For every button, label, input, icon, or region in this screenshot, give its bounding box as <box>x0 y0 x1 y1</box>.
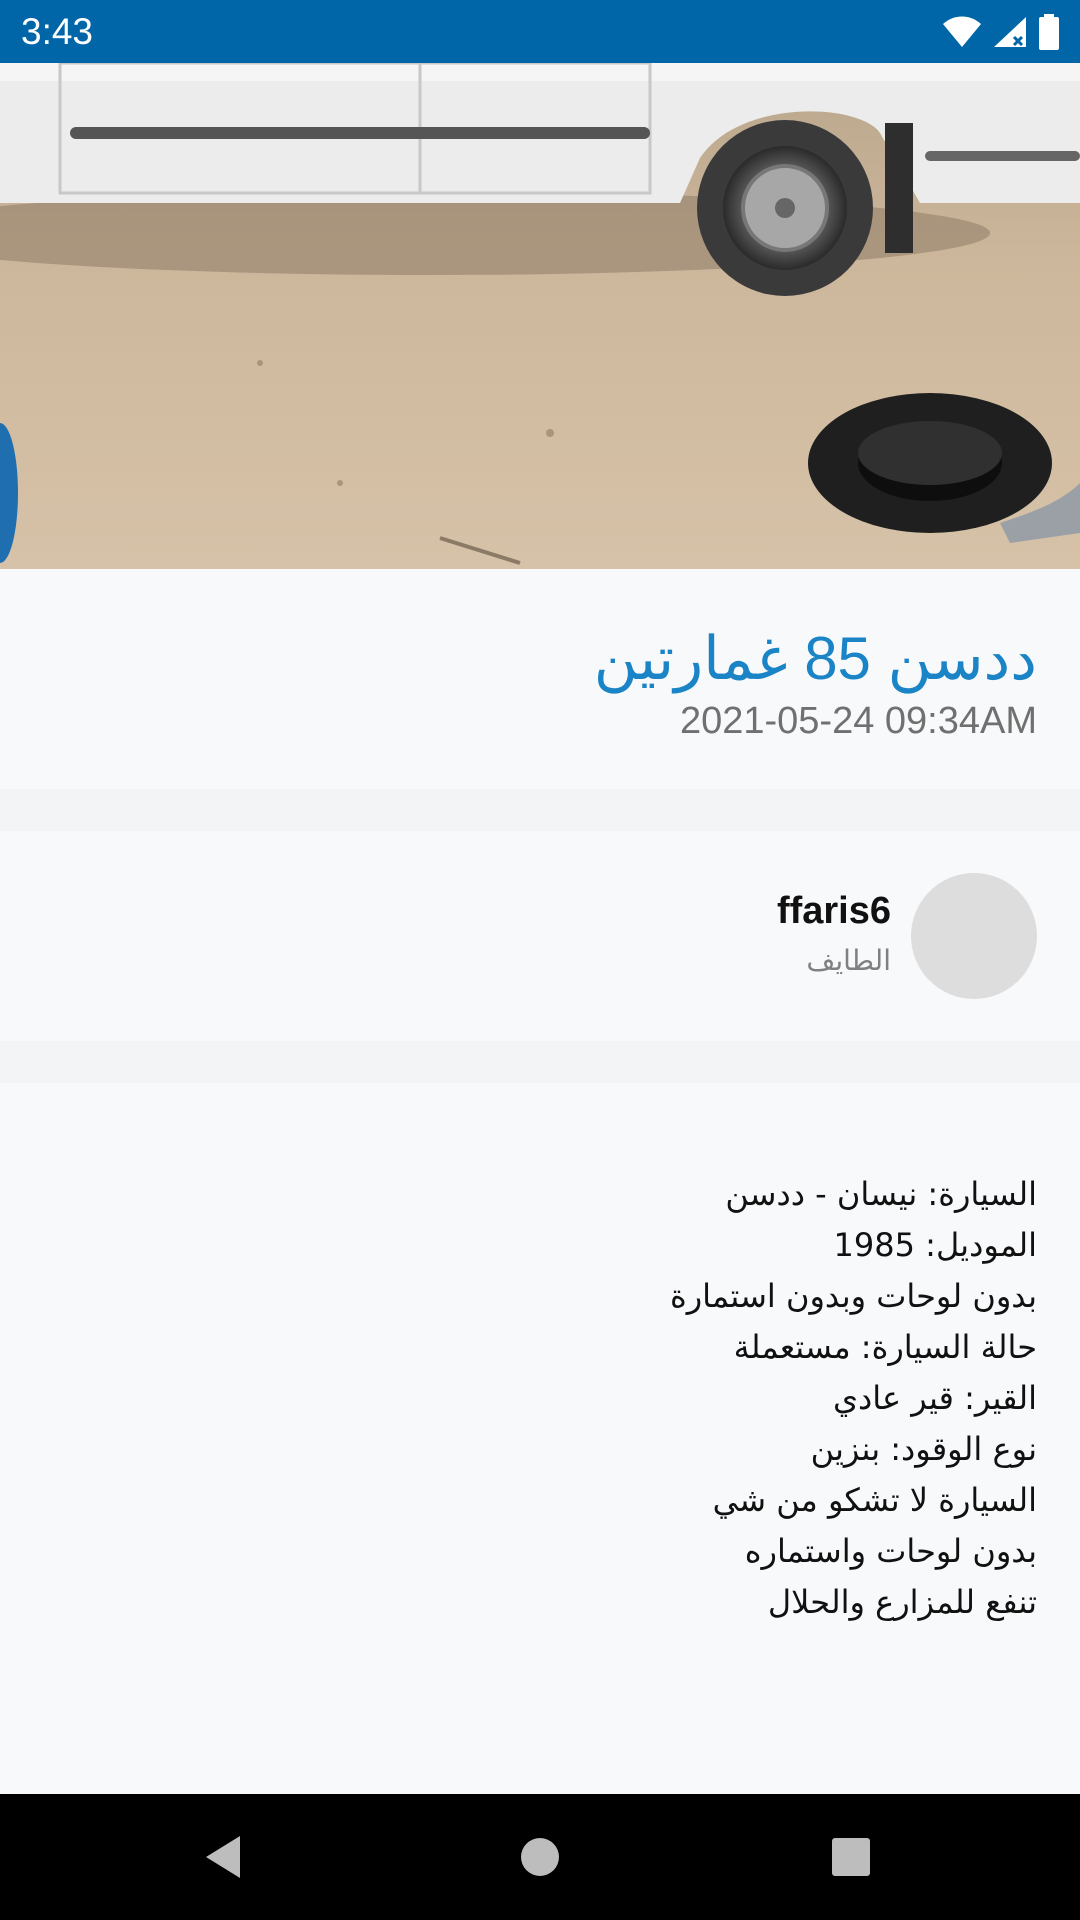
description-line: السيارة لا تشكو من شي <box>712 1481 1037 1519</box>
avatar[interactable] <box>911 873 1037 999</box>
listing-header: ددسن 85 غمارتين 2021-05-24 09:34AM <box>0 569 1080 789</box>
status-bar: 3:43 <box>0 0 1080 63</box>
listing-title: ددسن 85 غمارتين <box>593 625 1037 692</box>
description-line: بدون لوحات واستماره <box>744 1532 1037 1570</box>
listing-date: 2021-05-24 09:34AM <box>679 700 1037 742</box>
back-icon <box>206 1836 240 1878</box>
home-button[interactable] <box>507 1824 573 1890</box>
description-line: حالة السيارة: مستعملة <box>733 1328 1037 1366</box>
description-text: السيارة: نيسان - ددسن الموديل: 1985 بدون… <box>670 1169 1037 1628</box>
seller-card[interactable]: ffaris6 الطايف <box>0 831 1080 1041</box>
divider <box>0 1041 1080 1083</box>
pickup-truck-photo[interactable] <box>0 63 1080 569</box>
seller-city: الطايف <box>806 944 891 977</box>
navigation-bar <box>0 1794 1080 1920</box>
description-line: السيارة: نيسان - ددسن <box>725 1175 1037 1213</box>
cell-signal-icon <box>994 17 1026 47</box>
divider <box>0 789 1080 831</box>
battery-icon <box>1039 14 1059 50</box>
description-line: القير: قير عادي <box>832 1379 1037 1417</box>
seller-username[interactable]: ffaris6 <box>777 886 891 936</box>
listing-description: السيارة: نيسان - ددسن الموديل: 1985 بدون… <box>0 1083 1080 1794</box>
description-line: بدون لوحات وبدون استمارة <box>669 1277 1037 1315</box>
description-line: الموديل: 1985 <box>833 1226 1037 1264</box>
recents-button[interactable] <box>818 1824 884 1890</box>
back-button[interactable] <box>192 1824 258 1890</box>
recents-icon <box>832 1838 870 1876</box>
description-line: تنفع للمزارع والحلال <box>767 1583 1037 1621</box>
photo-illustration <box>0 63 1080 569</box>
home-icon <box>521 1838 559 1876</box>
status-icons <box>942 12 1060 52</box>
description-line: نوع الوقود: بنزين <box>810 1430 1037 1468</box>
wifi-icon <box>943 16 981 47</box>
status-time: 3:43 <box>21 11 94 52</box>
